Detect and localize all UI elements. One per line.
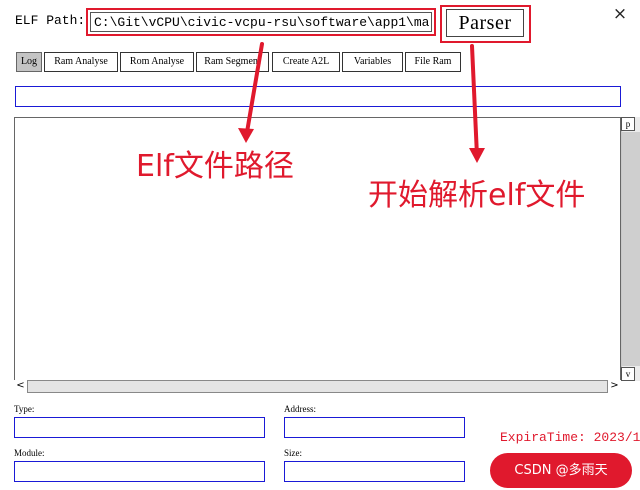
- parser-arrow: [470, 44, 479, 158]
- address-field[interactable]: [284, 417, 465, 438]
- type-field[interactable]: [14, 417, 265, 438]
- path-arrow: [244, 42, 264, 140]
- size-field[interactable]: [284, 461, 465, 482]
- csdn-watermark: CSDN @多雨天: [490, 453, 632, 488]
- annotation-parser: 开始解析elf文件: [368, 178, 586, 213]
- module-field[interactable]: [14, 461, 265, 482]
- type-label: Type:: [14, 404, 35, 414]
- parser-arrow-head: [469, 148, 485, 163]
- annotation-elf-path: Elf文件路径: [136, 149, 294, 184]
- address-label: Address:: [284, 404, 316, 414]
- size-label: Size:: [284, 448, 302, 458]
- expira-time-text: ExpiraTime: 2023/1: [500, 430, 640, 445]
- module-label: Module:: [14, 448, 45, 458]
